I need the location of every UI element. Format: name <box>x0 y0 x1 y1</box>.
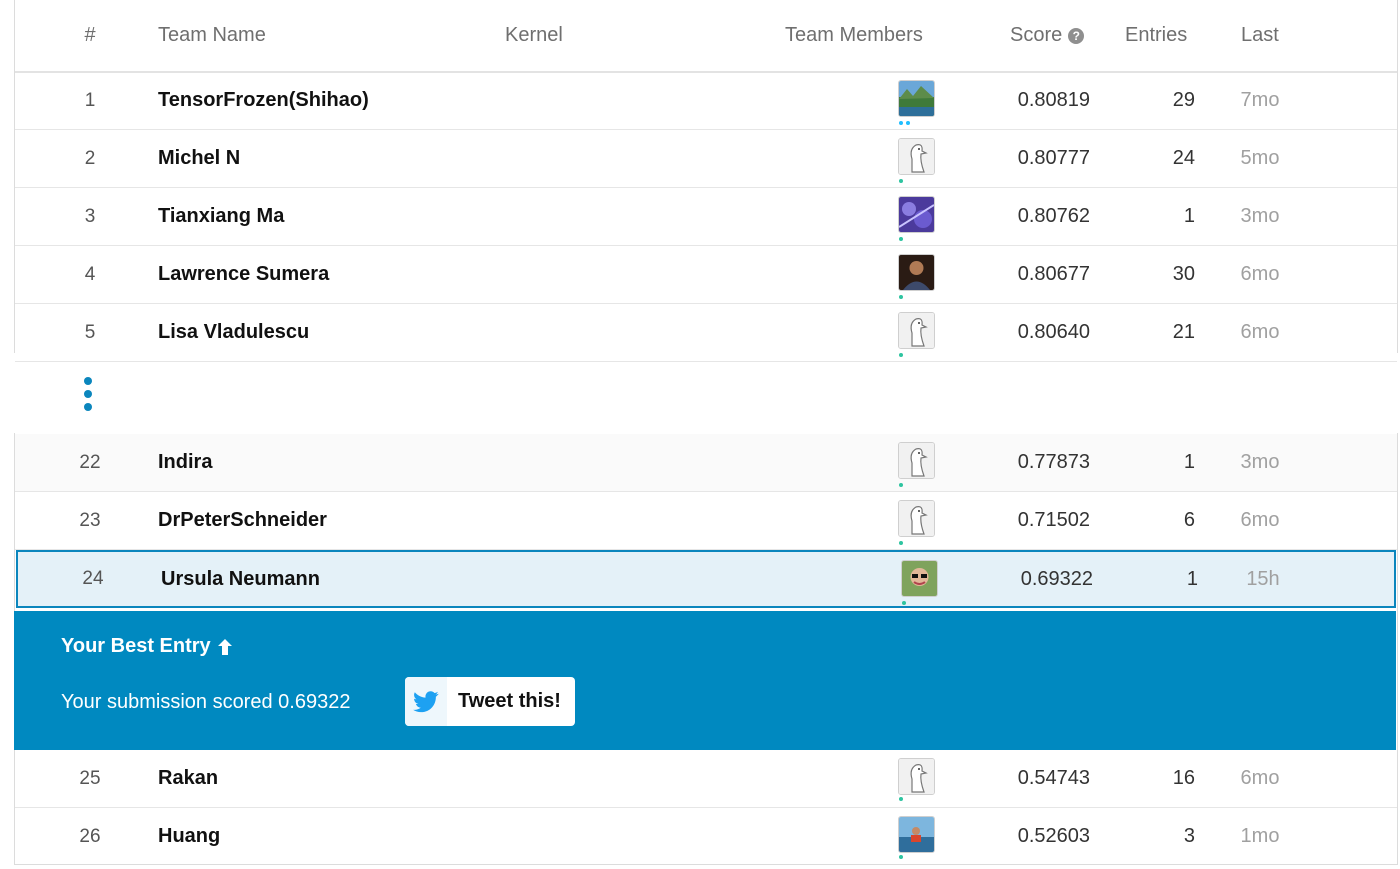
table-row[interactable]: 2 Michel N 0.80777 24 5mo <box>15 130 1397 188</box>
last-submission-cell: 6mo <box>1240 767 1280 789</box>
header-score[interactable]: Score ? <box>1010 0 1085 71</box>
last-submission-cell: 5mo <box>1240 147 1280 169</box>
arrow-up-icon <box>217 638 232 655</box>
avatar[interactable] <box>898 312 935 349</box>
leaderboard-table-top: # Team Name Kernel Team Members Score ? … <box>14 0 1398 362</box>
avatar[interactable] <box>898 500 935 537</box>
team-name-link[interactable]: Ursula Neumann <box>161 552 320 606</box>
score-cell: 0.80762 <box>1017 205 1090 227</box>
entries-cell: 3 <box>1183 825 1195 847</box>
entries-cell: 1 <box>1186 567 1198 590</box>
best-entry-banner: Your Best Entry Your submission scored 0… <box>14 611 1396 750</box>
team-name-link[interactable]: Lawrence Sumera <box>158 246 329 303</box>
entries-cell: 1 <box>1183 205 1195 227</box>
score-cell: 0.77873 <box>1017 451 1090 473</box>
last-submission-cell: 6mo <box>1240 509 1280 531</box>
last-submission-cell: 6mo <box>1240 321 1280 343</box>
team-name-link[interactable]: Indira <box>158 434 212 491</box>
header-rank: # <box>84 24 96 46</box>
last-submission-cell: 3mo <box>1240 205 1280 227</box>
table-row-current-user[interactable]: 24 Ursula Neumann 0.69322 1 15h <box>16 550 1396 608</box>
table-row[interactable]: 22 Indira 0.77873 1 3mo <box>15 434 1397 492</box>
rank-cell: 4 <box>84 263 96 285</box>
team-name-link[interactable]: TensorFrozen(Shihao) <box>158 72 369 129</box>
entries-cell: 1 <box>1183 451 1195 473</box>
rank-cell: 24 <box>82 568 104 589</box>
header-last[interactable]: Last <box>1241 0 1279 71</box>
team-name-link[interactable]: DrPeterSchneider <box>158 492 327 549</box>
avatar[interactable] <box>898 758 935 795</box>
header-score-label: Score <box>1010 24 1063 46</box>
last-submission-cell: 6mo <box>1240 263 1280 285</box>
help-icon[interactable]: ? <box>1068 27 1085 44</box>
entries-cell: 6 <box>1183 509 1195 531</box>
rank-cell: 5 <box>84 321 96 343</box>
last-submission-cell: 15h <box>1246 567 1280 590</box>
header-entries[interactable]: Entries <box>1125 0 1187 71</box>
team-name-link[interactable]: Tianxiang Ma <box>158 188 284 245</box>
score-cell: 0.71502 <box>1017 509 1090 531</box>
entries-cell: 30 <box>1172 263 1195 285</box>
entries-cell: 16 <box>1172 767 1195 789</box>
last-submission-cell: 3mo <box>1240 451 1280 473</box>
avatar[interactable] <box>898 196 935 233</box>
entries-cell: 21 <box>1172 321 1195 343</box>
avatar[interactable] <box>898 816 935 853</box>
score-cell: 0.80819 <box>1017 89 1090 111</box>
score-cell: 0.54743 <box>1017 767 1090 789</box>
table-row[interactable]: 1 TensorFrozen(Shihao) 0.80819 29 7mo <box>15 72 1397 130</box>
avatar[interactable] <box>898 254 935 291</box>
score-cell: 0.80777 <box>1017 147 1090 169</box>
rank-cell: 25 <box>79 767 101 789</box>
team-name-link[interactable]: Rakan <box>158 750 218 807</box>
table-row[interactable]: 25 Rakan 0.54743 16 6mo <box>15 750 1397 808</box>
avatar[interactable] <box>898 442 935 479</box>
header-team-members: Team Members <box>785 24 923 46</box>
header-kernel[interactable]: Kernel <box>505 0 563 71</box>
score-cell: 0.69322 <box>1020 567 1093 590</box>
avatar[interactable] <box>898 138 935 175</box>
header-team-name[interactable]: Team Name <box>158 0 266 71</box>
best-entry-title-text: Your Best Entry <box>61 635 211 657</box>
rank-cell: 26 <box>79 825 101 847</box>
entries-cell: 29 <box>1172 89 1195 111</box>
team-name-link[interactable]: Michel N <box>158 130 240 187</box>
rank-cell: 2 <box>84 147 96 169</box>
team-name-link[interactable]: Huang <box>158 808 220 865</box>
entries-cell: 24 <box>1172 147 1195 169</box>
rank-cell: 22 <box>79 451 101 473</box>
twitter-icon <box>405 677 447 726</box>
table-row[interactable]: 4 Lawrence Sumera 0.80677 30 6mo <box>15 246 1397 304</box>
tweet-button[interactable]: Tweet this! <box>405 677 575 726</box>
avatar[interactable] <box>898 80 935 117</box>
rank-cell: 3 <box>84 205 96 227</box>
score-cell: 0.80677 <box>1017 263 1090 285</box>
table-row[interactable]: 26 Huang 0.52603 3 1mo <box>15 808 1397 865</box>
table-row[interactable]: 3 Tianxiang Ma 0.80762 1 3mo <box>15 188 1397 246</box>
rank-cell: 1 <box>84 89 96 111</box>
last-submission-cell: 7mo <box>1240 89 1280 111</box>
avatar[interactable] <box>901 560 938 597</box>
ellipsis-icon <box>84 377 92 411</box>
tweet-button-label: Tweet this! <box>458 690 561 712</box>
score-cell: 0.52603 <box>1017 825 1090 847</box>
table-row[interactable]: 5 Lisa Vladulescu 0.80640 21 6mo <box>15 304 1397 362</box>
table-header: # Team Name Kernel Team Members Score ? … <box>15 0 1397 73</box>
table-row[interactable]: 23 DrPeterSchneider 0.71502 6 6mo <box>15 492 1397 550</box>
last-submission-cell: 1mo <box>1240 825 1280 847</box>
rank-cell: 23 <box>79 509 101 531</box>
best-entry-message: Your submission scored 0.69322 <box>61 691 351 713</box>
score-cell: 0.80640 <box>1017 321 1090 343</box>
team-name-link[interactable]: Lisa Vladulescu <box>158 304 309 361</box>
best-entry-title: Your Best Entry <box>61 635 233 658</box>
